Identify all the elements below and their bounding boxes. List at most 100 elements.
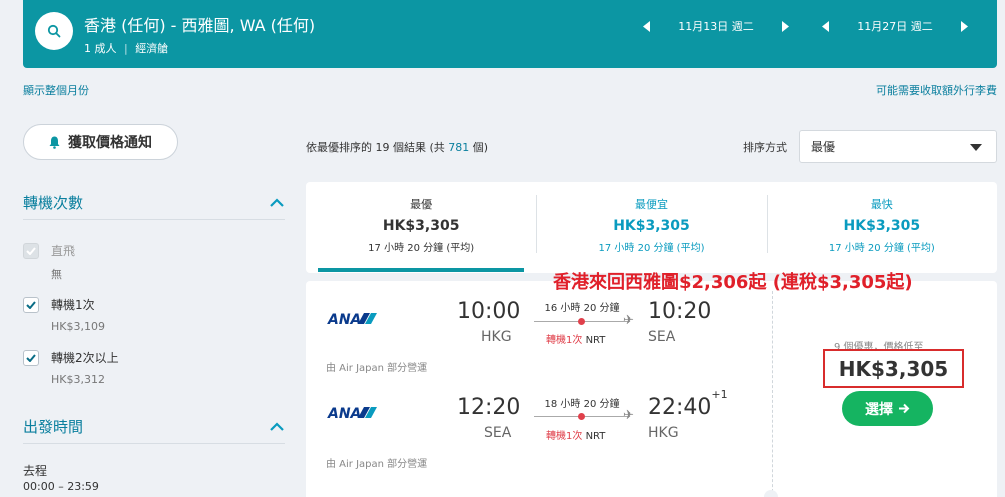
- two-plus-stop-price: HK$3,312: [51, 373, 105, 386]
- flight-result-card[interactable]: ANA 10:00 HKG 16 小時 20 分鐘 ✈ 轉機1次 NRT 10:…: [306, 281, 997, 497]
- arrow-right-icon: [899, 403, 910, 414]
- stops-option-nonstop[interactable]: 直飛 無: [23, 242, 75, 282]
- return-date-picker[interactable]: 11月27日 週二: [819, 0, 971, 52]
- cabin-class: 經濟艙: [135, 42, 169, 55]
- card-notch: [764, 490, 778, 497]
- tab-price: HK$3,305: [382, 218, 460, 234]
- stops-option-2plus[interactable]: 轉機2次以上 HK$3,312: [23, 349, 119, 386]
- results-suffix: 個): [472, 141, 489, 154]
- leg1-arrive-airport: SEA: [648, 329, 676, 345]
- airline-logo-ana: ANA: [327, 312, 377, 328]
- leg2-depart-airport: SEA: [484, 425, 512, 441]
- depart-prev-button[interactable]: [640, 19, 654, 33]
- leg2-depart-time: 12:20: [457, 395, 521, 420]
- leg1-depart-airport: HKG: [481, 329, 512, 345]
- search-icon: [47, 24, 61, 38]
- route-title[interactable]: 香港 (任何) - 西雅圖, WA (任何): [84, 12, 315, 36]
- stop-dot: [578, 318, 585, 325]
- one-stop-price: HK$3,109: [51, 320, 105, 333]
- departure-time-header[interactable]: 出發時間: [23, 416, 285, 437]
- tab-duration: 17 小時 20 分鐘 (平均): [598, 243, 705, 254]
- traveller-summary[interactable]: 1 成人 | 經濟艙: [84, 40, 168, 56]
- two-plus-stop-checkbox[interactable]: [23, 350, 39, 366]
- one-stop-checkbox[interactable]: [23, 297, 39, 313]
- chevron-left-icon: [643, 20, 650, 32]
- outbound-time-range: 00:00 – 23:59: [23, 480, 99, 493]
- outbound-label: 去程: [23, 464, 48, 478]
- return-date[interactable]: 11月27日 週二: [833, 18, 957, 34]
- arrive-time-value: 10:20: [648, 299, 712, 324]
- nonstop-price: 無: [51, 268, 62, 281]
- tab-price: HK$3,305: [613, 218, 690, 234]
- airline-logo-text: ANA: [327, 406, 361, 422]
- chevron-right-icon: [961, 20, 968, 32]
- bell-icon: [49, 136, 60, 149]
- tab-title: 最快: [870, 198, 893, 211]
- tab-price: HK$3,305: [843, 218, 921, 234]
- plane-icon: ✈: [623, 408, 634, 423]
- separator: |: [124, 42, 128, 55]
- via-airport: NRT: [585, 335, 606, 346]
- nonstop-checkbox[interactable]: [23, 243, 39, 259]
- chevron-up-icon[interactable]: [269, 421, 285, 432]
- select-button[interactable]: 選擇: [842, 391, 933, 426]
- bag-fees-link[interactable]: 可能需要收取額外行李費: [876, 82, 997, 98]
- stops-filter-title: 轉機次數: [23, 194, 84, 212]
- results-count: 依最優排序的 19 個結果 (共 781 個): [306, 139, 488, 155]
- depart-date-picker[interactable]: 11月13日 週二: [640, 0, 792, 52]
- leg2-duration: 18 小時 20 分鐘: [544, 399, 620, 410]
- chevron-right-icon: [782, 20, 789, 32]
- promo-banner-text: 香港來回西雅圖$2,306起 (連稅$3,305起): [553, 272, 913, 293]
- divider: [23, 219, 285, 220]
- traveller-count: 1 成人: [84, 42, 117, 55]
- stop-dot: [578, 413, 585, 420]
- sort-label: 排序方式: [743, 141, 787, 154]
- two-plus-stop-label: 轉機2次以上: [51, 351, 119, 365]
- leg2-arrive-airport: HKG: [648, 425, 679, 441]
- return-prev-button[interactable]: [819, 19, 833, 33]
- price-alert-button[interactable]: 獲取價格通知: [23, 124, 178, 160]
- airline-logo-ana: ANA: [327, 406, 377, 422]
- tab-duration: 17 小時 20 分鐘 (平均): [368, 243, 475, 254]
- arrive-time-value: 22:40: [648, 395, 712, 420]
- stops-count: 轉機1次: [546, 335, 583, 346]
- check-icon: [26, 301, 36, 309]
- results-number: 19: [375, 141, 390, 154]
- leg1-operated-by: 由 Air Japan 部分營運: [326, 363, 428, 374]
- depart-next-button[interactable]: [778, 19, 792, 33]
- sort-select[interactable]: 最優: [799, 130, 997, 163]
- nonstop-label: 直飛: [51, 244, 76, 258]
- sort-tabs: 最優 HK$3,305 17 小時 20 分鐘 (平均) 最便宜 HK$3,30…: [306, 182, 997, 273]
- select-label: 選擇: [865, 401, 893, 418]
- plane-icon: ✈: [623, 313, 634, 328]
- sort-value: 最優: [811, 140, 836, 154]
- search-button[interactable]: [35, 12, 73, 50]
- tab-best[interactable]: 最優 HK$3,305 17 小時 20 分鐘 (平均): [306, 182, 536, 273]
- tab-title: 最便宜: [634, 198, 668, 211]
- return-next-button[interactable]: [957, 19, 971, 33]
- leg1-depart-time: 10:00: [457, 299, 521, 324]
- departure-time-title: 出發時間: [23, 418, 84, 436]
- price-value: HK$3,305: [823, 349, 964, 388]
- results-total[interactable]: 781: [448, 141, 469, 154]
- leg2-arrive-time: 22:40+1: [648, 388, 728, 420]
- via-airport: NRT: [585, 431, 606, 442]
- tab-cheapest[interactable]: 最便宜 HK$3,305 17 小時 20 分鐘 (平均): [536, 182, 766, 273]
- depart-date[interactable]: 11月13日 週二: [654, 18, 778, 34]
- leg1-arrive-time: 10:20: [648, 299, 711, 324]
- chevron-left-icon: [822, 20, 829, 32]
- results-prefix: 依最優排序的: [306, 141, 372, 154]
- stops-filter-header[interactable]: 轉機次數: [23, 192, 285, 213]
- airline-logo-text: ANA: [327, 312, 361, 328]
- tab-fastest[interactable]: 最快 HK$3,305 17 小時 20 分鐘 (平均): [766, 182, 997, 273]
- show-month-link[interactable]: 顯示整個月份: [23, 82, 89, 98]
- chevron-up-icon[interactable]: [269, 197, 285, 208]
- one-stop-label: 轉機1次: [51, 298, 95, 312]
- divider: [772, 291, 773, 497]
- stops-option-1-stop[interactable]: 轉機1次 HK$3,109: [23, 296, 105, 333]
- check-icon: [26, 247, 36, 255]
- search-summary-bar[interactable]: 香港 (任何) - 西雅圖, WA (任何) 1 成人 | 經濟艙 11月13日…: [23, 0, 997, 68]
- caret-down-icon: [970, 144, 982, 151]
- tab-duration: 17 小時 20 分鐘 (平均): [828, 243, 935, 254]
- leg2-stops: 轉機1次 NRT: [546, 427, 605, 442]
